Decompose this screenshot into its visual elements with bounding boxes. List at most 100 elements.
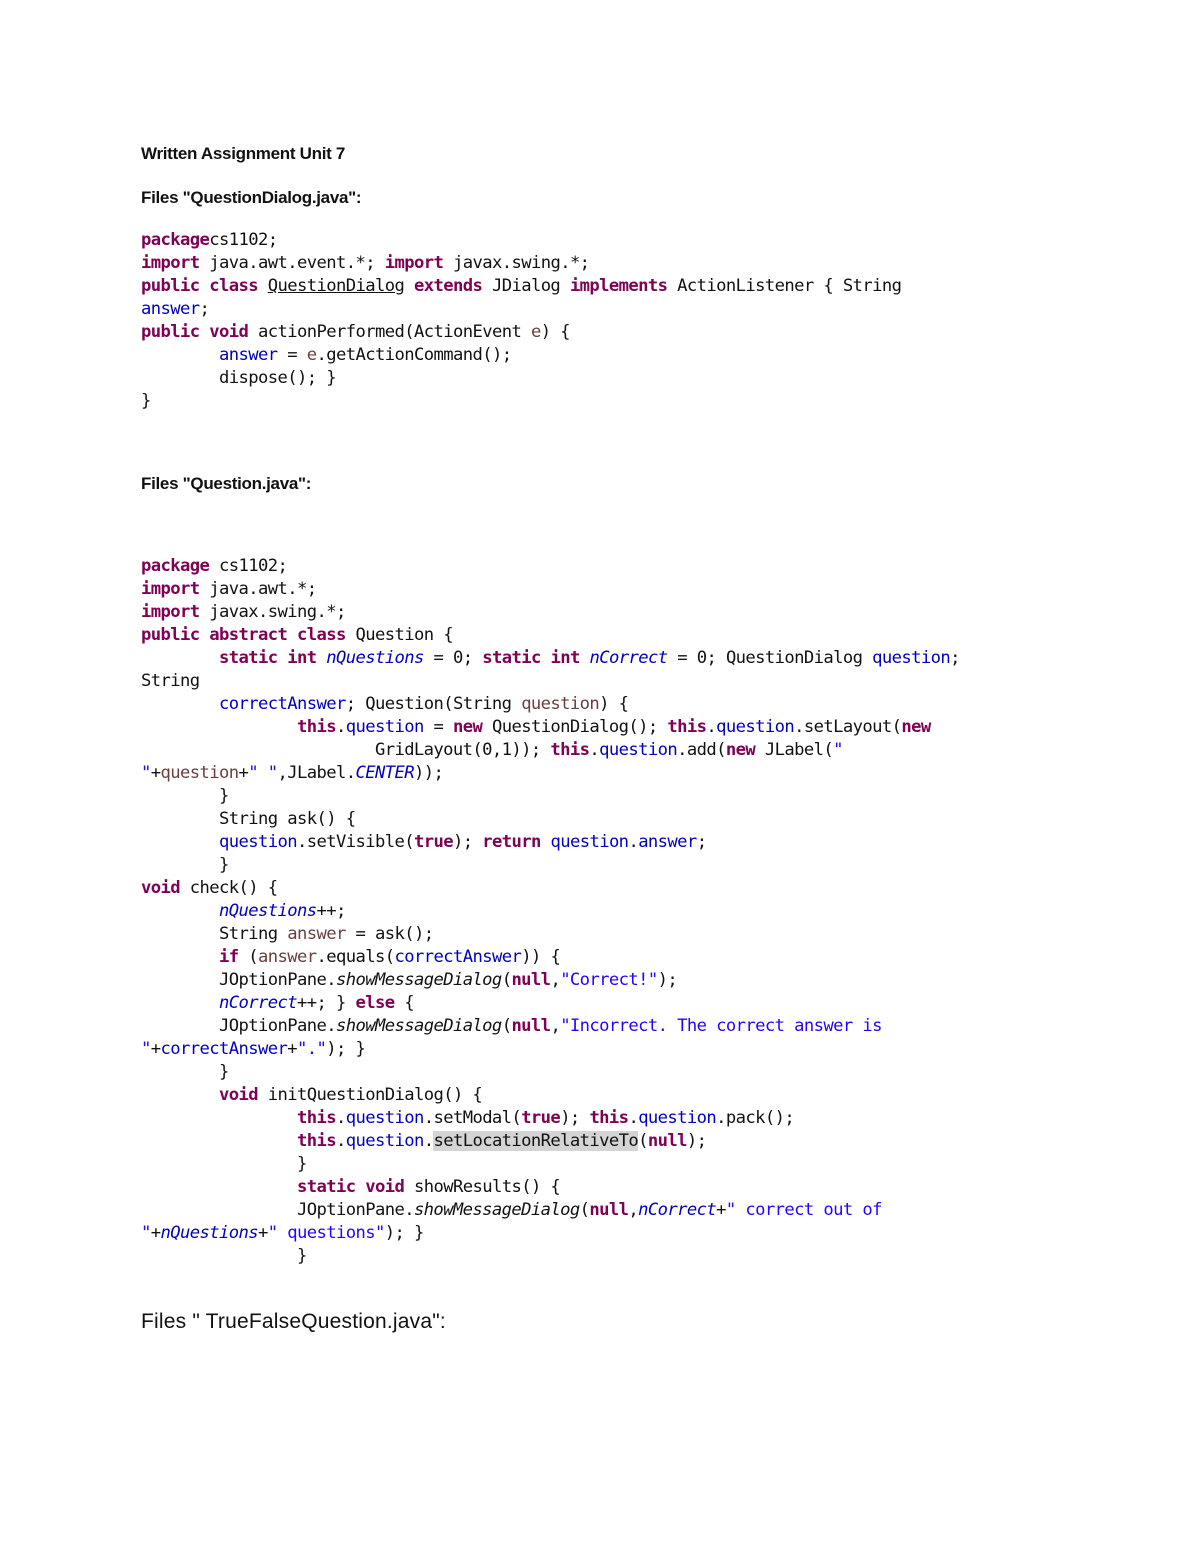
code-line: } — [141, 854, 1080, 877]
code-token-fld: question — [716, 717, 795, 737]
code-token: .setLayout( — [794, 717, 902, 737]
code-token-kw: public — [141, 625, 200, 645]
code-token: ); — [560, 1108, 590, 1128]
code-token-str: "." — [296, 1039, 327, 1059]
code-token-und: QuestionDialog — [267, 276, 405, 296]
code-token-kw: true — [413, 832, 454, 852]
code-token: = — [277, 345, 307, 365]
document-title: Written Assignment Unit 7 — [141, 144, 346, 163]
code-token: String ask() { — [141, 809, 356, 829]
code-token-kw: import — [141, 579, 200, 599]
code-token-fld: question — [550, 832, 629, 852]
code-token: + — [238, 763, 249, 783]
code-token: ,JLabel. — [277, 763, 356, 783]
code-token: } — [141, 786, 229, 806]
code-line: package cs1102; — [141, 555, 1080, 578]
code-line: this.question.setLocationRelativeTo(null… — [141, 1130, 1080, 1153]
code-token: } — [141, 1062, 229, 1082]
code-line: } — [141, 390, 1080, 413]
code-token-fld: answer — [141, 299, 200, 319]
code-token-fld: question — [599, 740, 678, 760]
code-token: JOptionPane. — [141, 970, 337, 990]
code-token: = — [423, 717, 453, 737]
code-token: + — [716, 1200, 726, 1220]
code-token: ) { — [599, 694, 629, 714]
code-line: correctAnswer; Question(String question)… — [141, 693, 1080, 716]
code-token: check() { — [180, 878, 278, 898]
code-line: String — [141, 670, 1080, 693]
code-line: GridLayout(0,1)); this.question.add(new … — [141, 739, 1080, 762]
code-token-kw: null — [647, 1131, 688, 1151]
code-token-fld: question — [345, 717, 425, 737]
code-token: = 0; — [423, 648, 483, 668]
code-token-kw: abstract — [209, 625, 288, 645]
code-token: ( — [238, 947, 258, 967]
code-token-fld: question — [218, 832, 298, 852]
code-line: String ask() { — [141, 808, 1080, 831]
code-token: , — [550, 970, 561, 990]
code-token-sfld: nCorrect — [218, 993, 298, 1013]
code-token-kw: void — [218, 1085, 259, 1105]
code-token: cs1102; — [209, 230, 278, 250]
code-token: ( — [501, 1016, 512, 1036]
code-token: ; — [696, 832, 707, 852]
code-token-sfld: nQuestions — [160, 1223, 259, 1243]
code-token: showResults() { — [404, 1177, 561, 1197]
code-token: ( — [638, 1131, 648, 1151]
code-token-str: " correct out of — [725, 1200, 883, 1220]
code-token-kw: static — [482, 648, 541, 668]
code-token-loc: answer — [257, 947, 317, 967]
code-token-sfld: CENTER — [355, 763, 414, 783]
code-token: ; — [950, 648, 960, 668]
code-token: . — [335, 1131, 346, 1151]
code-token: ++; — [316, 901, 346, 921]
code-token: .getActionCommand(); — [316, 345, 512, 365]
code-token: cs1102; — [209, 556, 288, 576]
code-token: initQuestionDialog() { — [257, 1085, 483, 1105]
code-token: .setModal( — [423, 1108, 522, 1128]
code-token-kw: class — [209, 276, 258, 296]
code-token: + — [150, 763, 161, 783]
code-token: } — [141, 855, 229, 875]
code-token-kw: void — [209, 322, 249, 342]
code-token: Question { — [345, 625, 453, 645]
code-token: } — [141, 1246, 307, 1266]
code-token-kw: int — [287, 648, 317, 668]
code-token: + — [257, 1223, 268, 1243]
code-token: + — [150, 1223, 161, 1243]
code-token: . — [589, 740, 600, 760]
code-token-ital: showMessageDialog — [335, 970, 502, 990]
code-token: = 0; QuestionDialog — [667, 648, 873, 668]
code-token-sfld: nCorrect — [589, 648, 668, 668]
code-token-kw: this — [296, 717, 337, 737]
code-token-fld: question — [872, 648, 951, 668]
code-line: } — [141, 1061, 1080, 1084]
code-token-kw: this — [296, 1131, 337, 1151]
code-line: question.setVisible(true); return questi… — [141, 831, 1080, 854]
code-token-kw: import — [384, 253, 444, 273]
code-token-kw: this — [589, 1108, 629, 1128]
section-heading-questiondialog: Files "QuestionDialog.java": — [141, 188, 362, 207]
code-token-kw: true — [521, 1108, 561, 1128]
code-line: nQuestions++; — [141, 900, 1080, 923]
code-token: actionPerformed(ActionEvent — [248, 322, 531, 342]
code-token: .add( — [677, 740, 726, 760]
code-token: . — [335, 1108, 346, 1128]
code-token: javax.swing.*; — [199, 602, 346, 622]
code-token-fld: answer — [638, 832, 697, 852]
code-token: )) { — [521, 947, 561, 967]
code-token-str: " — [141, 763, 151, 783]
code-line: String answer = ask(); — [141, 923, 1080, 946]
code-token-sfld: nCorrect — [638, 1200, 717, 1220]
